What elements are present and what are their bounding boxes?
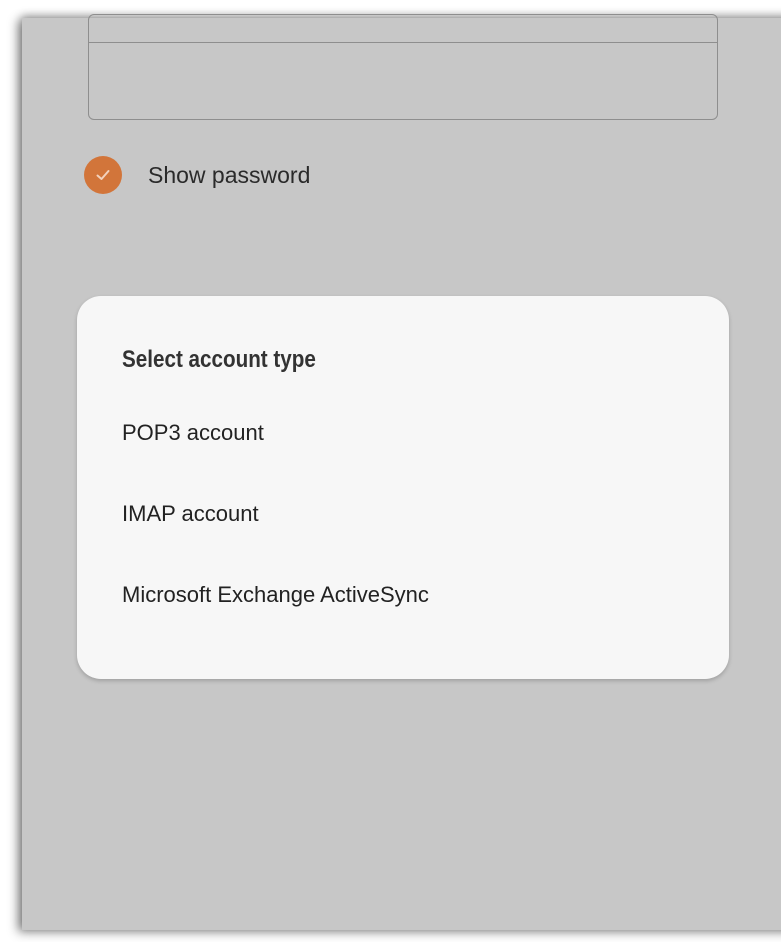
app-screen: Show password Select account type POP3 a… xyxy=(22,14,781,930)
show-password-toggle[interactable]: Show password xyxy=(84,155,310,195)
password-field[interactable] xyxy=(88,14,718,120)
field-divider xyxy=(89,42,717,43)
option-pop3-account[interactable]: POP3 account xyxy=(122,420,264,446)
account-type-dialog: Select account type POP3 account IMAP ac… xyxy=(77,296,729,679)
show-password-label: Show password xyxy=(148,161,311,188)
checkmark-icon xyxy=(96,170,110,180)
checkbox[interactable] xyxy=(84,156,122,194)
option-imap-account[interactable]: IMAP account xyxy=(122,501,259,527)
dialog-title: Select account type xyxy=(122,346,316,373)
option-exchange-activesync[interactable]: Microsoft Exchange ActiveSync xyxy=(122,582,429,608)
